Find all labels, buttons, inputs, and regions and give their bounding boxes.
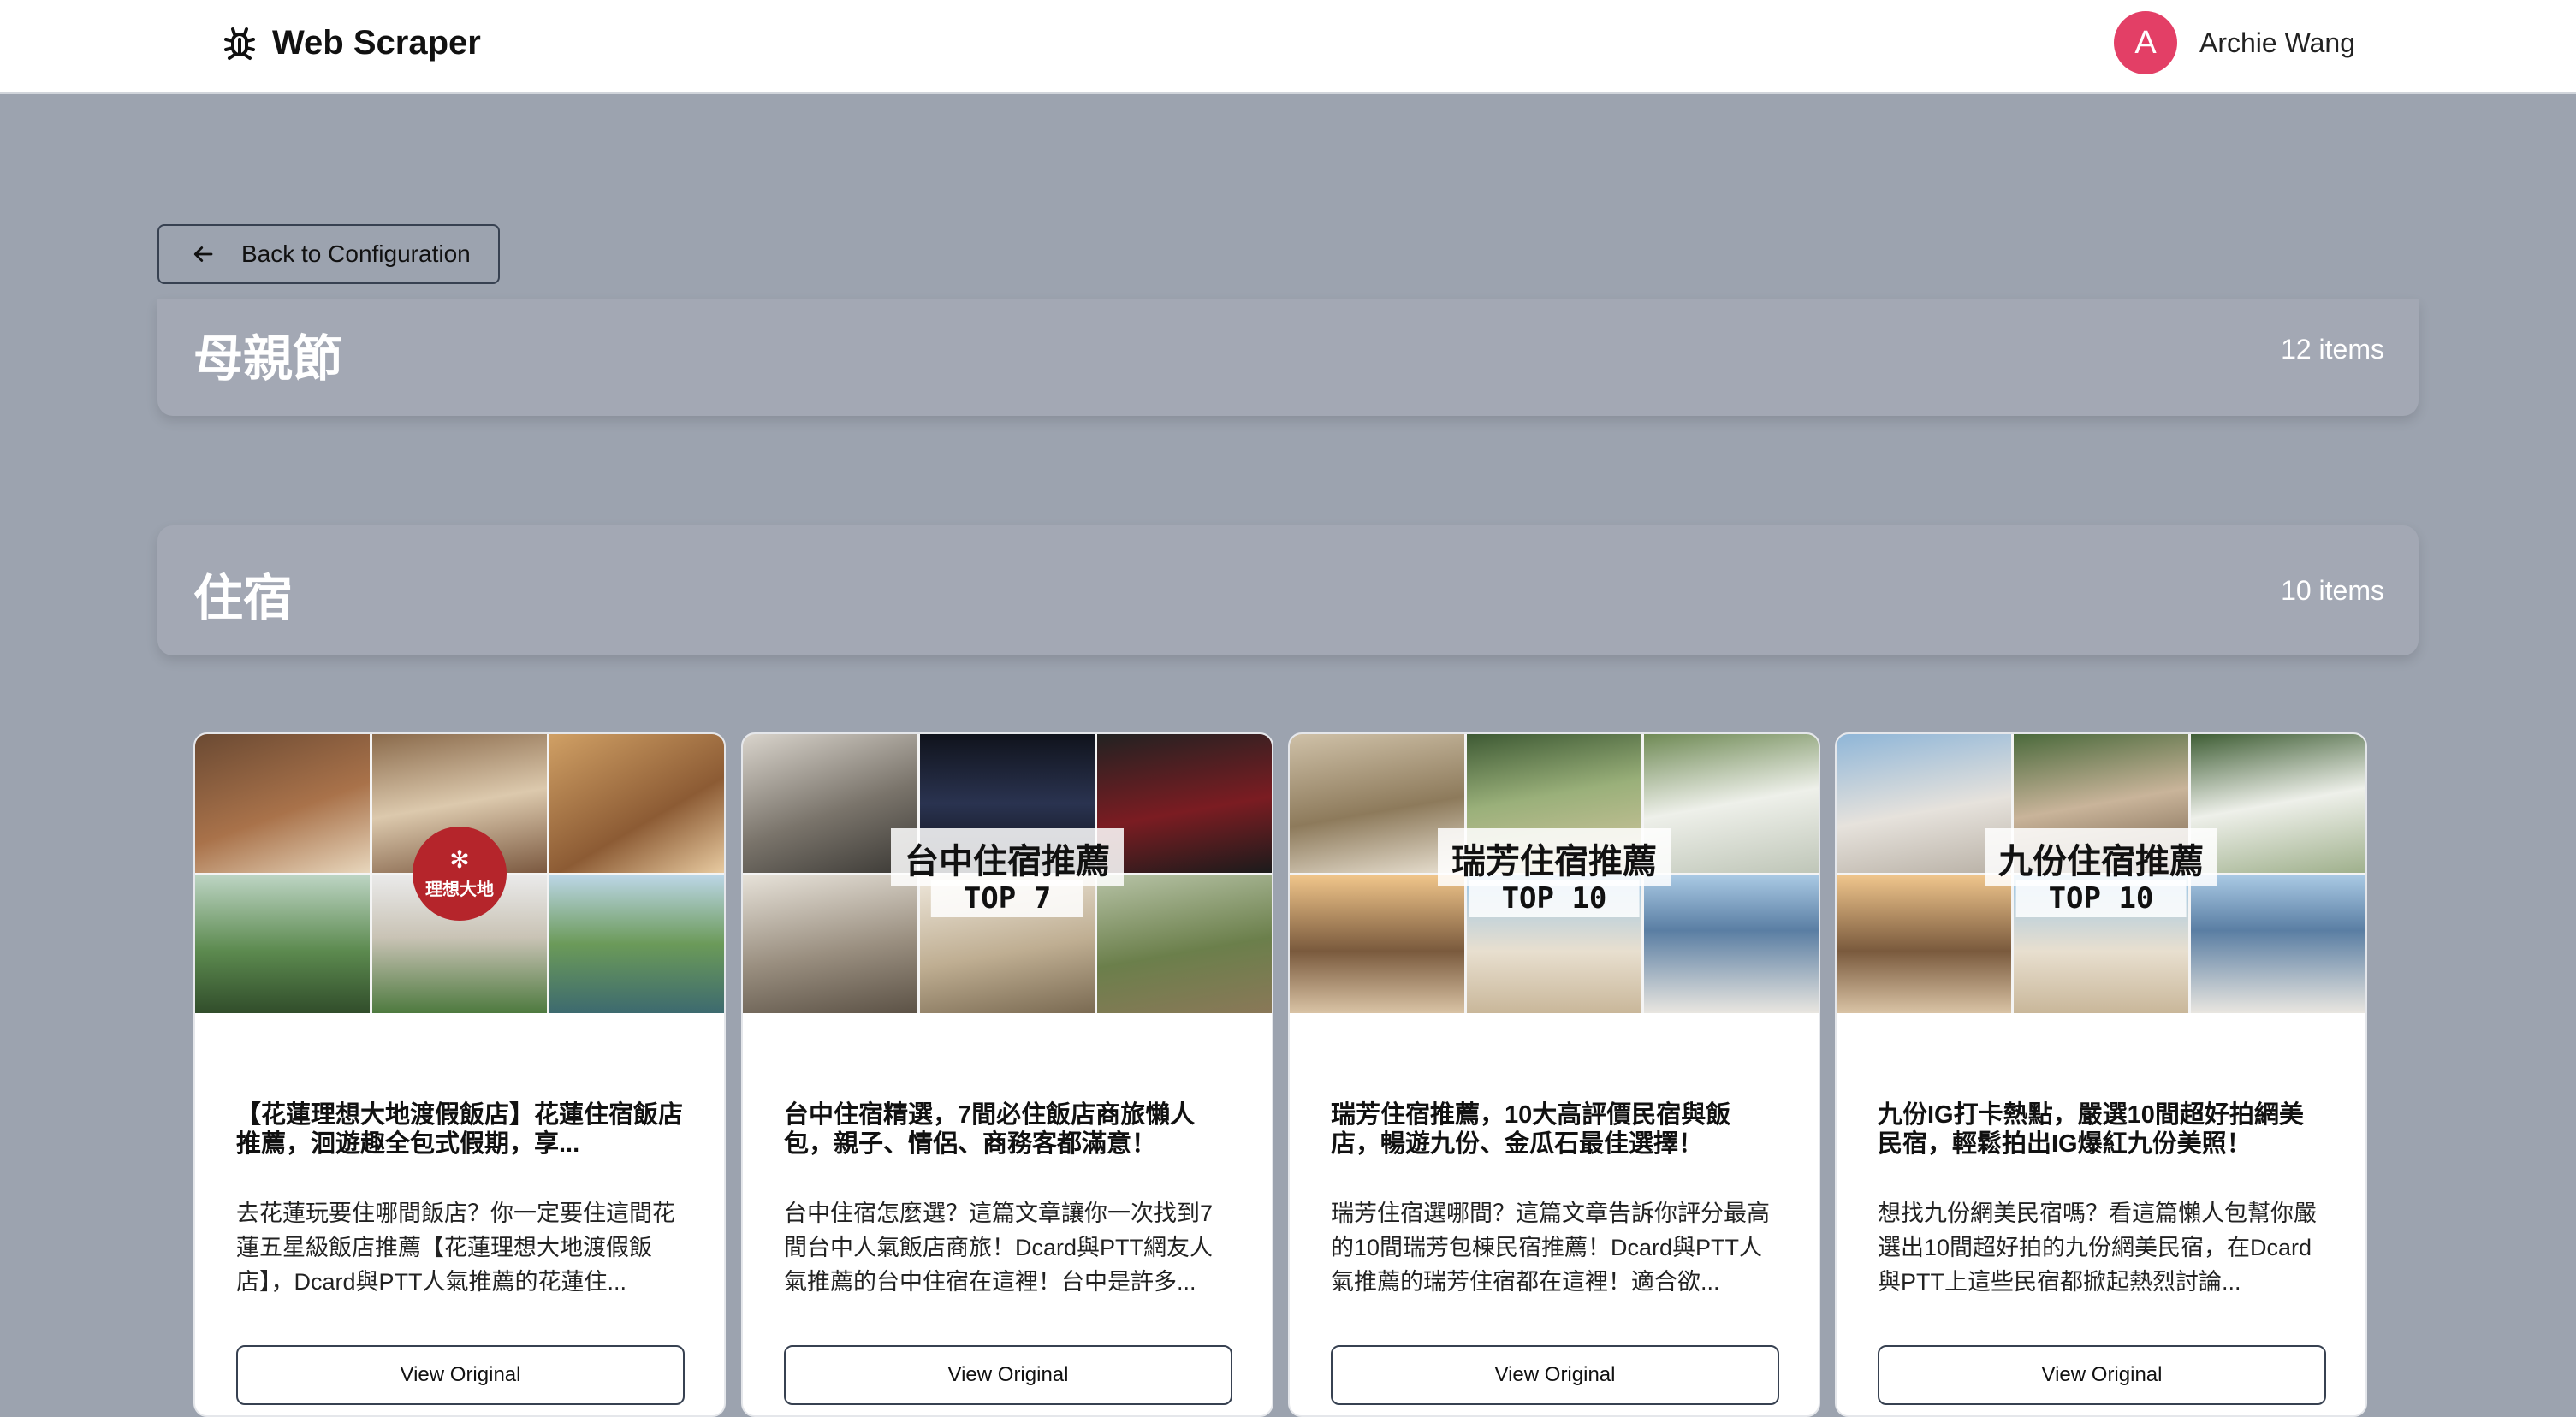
thumbnail-title: 瑞芳住宿推薦 (1438, 828, 1671, 886)
top-bar: Web Scraper A Archie Wang (0, 0, 2576, 94)
thumbnail-subtitle: TOP 7 (930, 880, 1084, 917)
app-title: Web Scraper (272, 23, 481, 62)
article-card: 九份住宿推薦 TOP 10 九份IG打卡熱點，嚴選10間超好拍網美民宿，輕鬆拍出… (1835, 732, 2367, 1417)
article-description: 去花蓮玩要住哪間飯店？你一定要住這間花蓮五星級飯店推薦【花蓮理想大地渡假飯店】，… (236, 1201, 675, 1295)
avatar[interactable]: A (2114, 11, 2177, 74)
thumbnail-subtitle: TOP 10 (2015, 880, 2187, 917)
group-title: 住宿 (193, 571, 294, 626)
article-description: 想找九份網美民宿嗎？看這篇懶人包幫你嚴選出10間超好拍的九份網美民宿，在Dcar… (1878, 1201, 2317, 1295)
logo-name: 理想大地 (425, 878, 494, 899)
user-menu[interactable]: A Archie Wang (2114, 10, 2355, 75)
user-name: Archie Wang (2199, 27, 2355, 58)
bug-icon (224, 27, 255, 60)
thumbnail-title: 台中住宿推薦 (891, 828, 1124, 886)
group-item-count: 12 items (2281, 334, 2384, 365)
brand[interactable]: Web Scraper (219, 17, 481, 68)
arrow-left-icon (193, 246, 213, 262)
article-title: 瑞芳住宿推薦，10大高評價民宿與飯店，暢遊九份、金瓜石最佳選擇！ (1331, 1101, 1731, 1158)
article-thumbnail: ✻ 理想大地 (195, 734, 724, 1013)
article-thumbnail: 九份住宿推薦 TOP 10 (1837, 734, 2365, 1013)
card-list: ✻ 理想大地 【花蓮理想大地渡假飯店】花蓮住宿飯店推薦，洄遊趣全包式假期，享..… (193, 732, 2367, 1417)
article-description: 瑞芳住宿選哪間？這篇文章告訴你評分最高的10間瑞芳包棟民宿推薦！Dcard與PT… (1331, 1201, 1770, 1295)
article-thumbnail: 台中住宿推薦 TOP 7 (743, 734, 1272, 1013)
article-thumbnail: 瑞芳住宿推薦 TOP 10 (1290, 734, 1819, 1013)
thumbnail-subtitle: TOP 10 (1469, 880, 1640, 917)
group-title: 母親節 (193, 331, 343, 387)
logo-mark-icon: ✻ (449, 845, 470, 874)
article-title: 【花蓮理想大地渡假飯店】花蓮住宿飯店推薦，洄遊趣全包式假期，享... (236, 1101, 683, 1158)
article-title: 九份IG打卡熱點，嚴選10間超好拍網美民宿，輕鬆拍出IG爆紅九份美照！ (1878, 1101, 2304, 1158)
article-title: 台中住宿精選，7間必住飯店商旅懶人包，親子、情侶、商務客都滿意！ (784, 1101, 1196, 1158)
thumbnail-title: 九份住宿推薦 (1985, 828, 2217, 886)
back-to-configuration-button[interactable]: Back to Configuration (157, 224, 500, 284)
article-card: 台中住宿推薦 TOP 7 台中住宿精選，7間必住飯店商旅懶人包，親子、情侶、商務… (741, 732, 1273, 1417)
group-panel-mothers-day[interactable]: 母親節 12 items (157, 299, 2419, 416)
back-button-label: Back to Configuration (241, 240, 471, 267)
group-item-count: 10 items (2281, 575, 2384, 606)
article-card: 瑞芳住宿推薦 TOP 10 瑞芳住宿推薦，10大高評價民宿與飯店，暢遊九份、金瓜… (1288, 732, 1820, 1417)
group-panel-lodging[interactable]: 住宿 10 items (157, 525, 2419, 655)
article-description: 台中住宿怎麼選？這篇文章讓你一次找到7間台中人氣飯店商旅！Dcard與PTT網友… (784, 1201, 1214, 1295)
article-card: ✻ 理想大地 【花蓮理想大地渡假飯店】花蓮住宿飯店推薦，洄遊趣全包式假期，享..… (193, 732, 726, 1417)
hotel-logo: ✻ 理想大地 (413, 827, 507, 921)
